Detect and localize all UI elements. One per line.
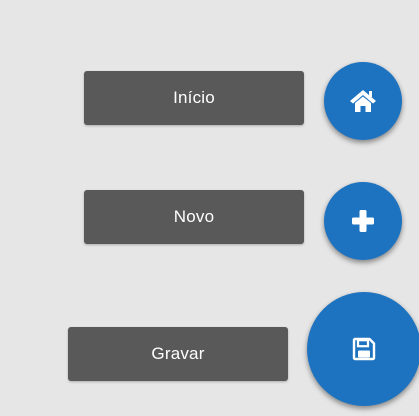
plus-icon	[351, 209, 375, 233]
home-label-text: Início	[173, 88, 215, 107]
home-label-chip[interactable]: Início	[84, 71, 304, 125]
fab-speed-dial-menu: Início Novo Gravar	[0, 0, 419, 416]
home-button[interactable]	[324, 62, 402, 140]
new-button[interactable]	[324, 182, 402, 260]
save-icon	[352, 337, 376, 361]
new-label-chip[interactable]: Novo	[84, 190, 304, 244]
new-label-text: Novo	[173, 207, 215, 226]
home-icon	[349, 88, 377, 114]
save-label-chip[interactable]: Gravar	[68, 327, 288, 381]
save-label-text: Gravar	[151, 344, 205, 363]
save-button[interactable]	[307, 292, 419, 406]
